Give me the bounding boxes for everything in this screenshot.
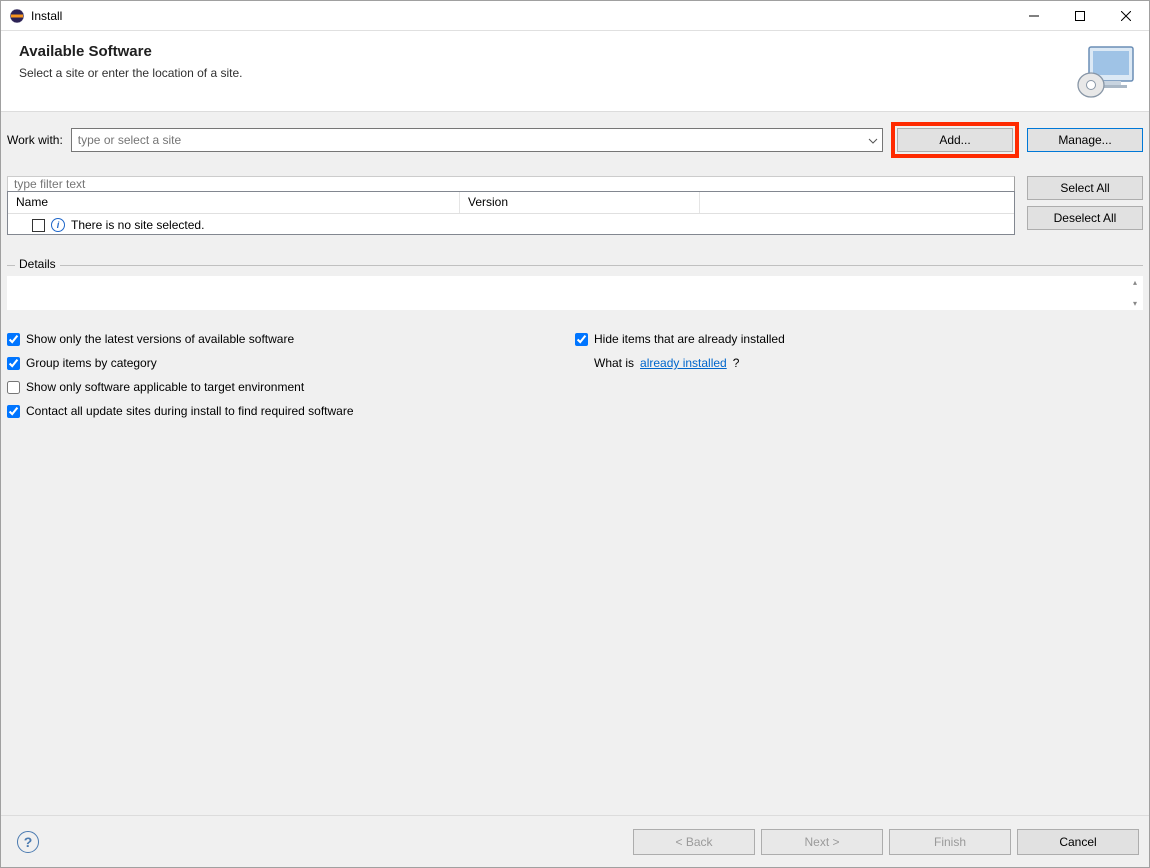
details-textarea[interactable]: ▴ ▾	[7, 276, 1143, 310]
filter-input[interactable]	[7, 176, 1015, 192]
wizard-banner: Available Software Select a site or ente…	[1, 31, 1149, 112]
column-name[interactable]: Name	[8, 192, 460, 213]
work-with-combobox[interactable]	[71, 128, 883, 152]
cancel-button[interactable]: Cancel	[1017, 829, 1139, 855]
option-latest-versions[interactable]: Show only the latest versions of availab…	[7, 332, 575, 346]
info-icon: i	[51, 218, 65, 232]
checkbox-group-category[interactable]	[7, 357, 20, 370]
wizard-icon	[1075, 43, 1139, 99]
software-table[interactable]: Name Version i There is no site selected…	[7, 191, 1015, 235]
table-header: Name Version	[8, 192, 1014, 214]
app-icon	[9, 8, 25, 24]
banner-subtitle: Select a site or enter the location of a…	[19, 66, 1075, 80]
wizard-footer: ? < Back Next > Finish Cancel	[1, 815, 1149, 867]
option-hide-installed[interactable]: Hide items that are already installed	[575, 332, 1143, 346]
deselect-all-button[interactable]: Deselect All	[1027, 206, 1143, 230]
select-all-button[interactable]: Select All	[1027, 176, 1143, 200]
details-spinner[interactable]: ▴ ▾	[1129, 278, 1141, 308]
manage-button[interactable]: Manage...	[1027, 128, 1143, 152]
window-title: Install	[31, 9, 1011, 23]
work-with-row: Work with: Add... Manage...	[7, 122, 1143, 158]
help-icon[interactable]: ?	[17, 831, 39, 853]
checkbox-hide-installed[interactable]	[575, 333, 588, 346]
install-dialog: Install Available Software Select a site…	[0, 0, 1150, 868]
empty-message: There is no site selected.	[71, 218, 204, 232]
what-is-suffix: ?	[733, 356, 740, 370]
chevron-down-icon[interactable]	[864, 133, 882, 147]
what-is-installed: What is already installed?	[575, 356, 1143, 370]
label-latest-versions: Show only the latest versions of availab…	[26, 332, 294, 346]
back-button: < Back	[633, 829, 755, 855]
banner-title: Available Software	[19, 43, 1075, 60]
column-spacer	[700, 192, 1014, 213]
table-body: i There is no site selected.	[8, 214, 1014, 234]
work-with-label: Work with:	[7, 133, 63, 147]
minimize-button[interactable]	[1011, 1, 1057, 31]
row-checkbox[interactable]	[32, 219, 45, 232]
add-button-highlight: Add...	[891, 122, 1019, 158]
spinner-down-icon[interactable]: ▾	[1133, 299, 1137, 308]
column-version[interactable]: Version	[460, 192, 700, 213]
spinner-up-icon[interactable]: ▴	[1133, 278, 1137, 287]
label-group-category: Group items by category	[26, 356, 157, 370]
option-contact-all-sites[interactable]: Contact all update sites during install …	[7, 404, 575, 418]
add-button[interactable]: Add...	[897, 128, 1013, 152]
option-applicable-target[interactable]: Show only software applicable to target …	[7, 380, 575, 394]
details-group: Details ▴ ▾	[7, 265, 1143, 310]
options-grid: Show only the latest versions of availab…	[7, 332, 1143, 418]
already-installed-link[interactable]: already installed	[640, 356, 727, 370]
content-area: Work with: Add... Manage... Name Version	[1, 112, 1149, 815]
maximize-button[interactable]	[1057, 1, 1103, 31]
what-is-prefix: What is	[594, 356, 634, 370]
title-bar: Install	[1, 1, 1149, 31]
label-applicable-target: Show only software applicable to target …	[26, 380, 304, 394]
selection-buttons: Select All Deselect All	[1027, 176, 1143, 230]
next-button: Next >	[761, 829, 883, 855]
checkbox-latest-versions[interactable]	[7, 333, 20, 346]
table-row[interactable]: i There is no site selected.	[8, 216, 1014, 234]
finish-button: Finish	[889, 829, 1011, 855]
checkbox-contact-all-sites[interactable]	[7, 405, 20, 418]
label-contact-all-sites: Contact all update sites during install …	[26, 404, 354, 418]
details-legend: Details	[15, 257, 60, 271]
option-group-category[interactable]: Group items by category	[7, 356, 575, 370]
filter-and-table-row: Name Version i There is no site selected…	[7, 176, 1143, 235]
label-hide-installed: Hide items that are already installed	[594, 332, 785, 346]
work-with-input[interactable]	[72, 133, 864, 147]
close-button[interactable]	[1103, 1, 1149, 31]
checkbox-applicable-target[interactable]	[7, 381, 20, 394]
